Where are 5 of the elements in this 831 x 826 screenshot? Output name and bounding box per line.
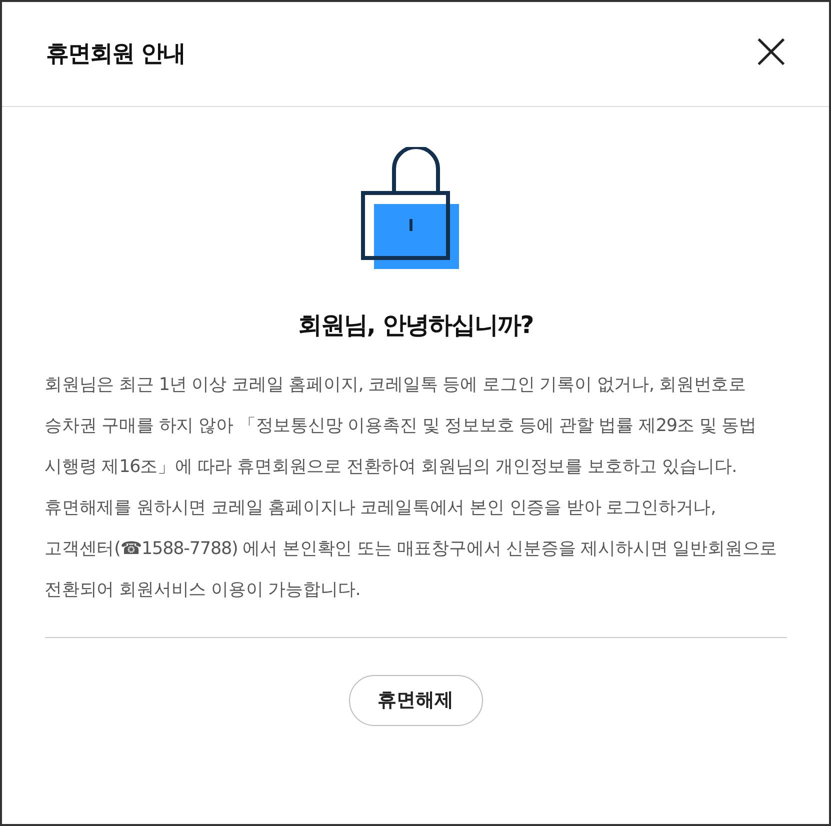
- greeting-heading: 회원님, 안녕하십니까?: [298, 310, 534, 341]
- dialog-title: 휴면회원 안내: [46, 40, 186, 69]
- close-button[interactable]: ×: [749, 25, 793, 83]
- dormant-notice-text: 회원님은 최근 1년 이상 코레일 홈페이지, 코레일톡 등에 로그인 기록이 없거나, 회원번호로 승차권 구매를 하지 않아 「정보통신망 이용촉진 및 정보보호 등에 관할 법률 제29조 및 동법 시행령 제16조」에 따라 휴면회원으로 전환하여 회원님의 개인정보를 보호하고 있습니다. 휴면해제를 원하시면 코레일 홈페이지나 코레일톡에서 본인 인증을 받아 로그인하거나, 고객센터(☎1588-7788) 에서 본인확인 또는 매표창구에서 신분증을 제시하시면 일반회원으로 전환되어 회원서비스 이용이 가능합니다.: [44, 374, 778, 602]
- release-button[interactable]: 휴면해제: [348, 675, 482, 726]
